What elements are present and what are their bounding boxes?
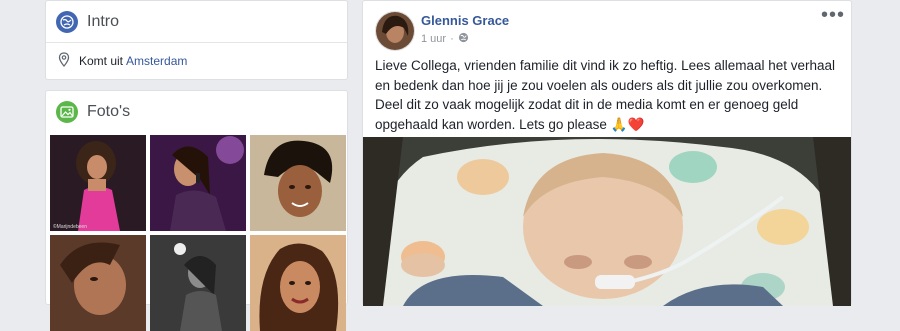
intro-title: Intro [87,13,120,30]
post-meta: 1 uur · [421,32,469,46]
photo-thumbnail[interactable] [250,235,346,331]
photo-thumbnail[interactable] [150,235,246,331]
post-text-line: opgehaald kan worden. Lets go please 🙏❤️ [375,116,645,132]
photos-card: Foto's ©Marijndebeen [45,90,348,331]
photo-thumbnail[interactable] [150,135,246,231]
post-image[interactable] [363,137,851,306]
emoji: 🙏❤️ [610,116,645,132]
post-text-line: Lieve Collega, vrienden familie dit vind… [375,58,836,73]
post-text-line: Deel dit zo vaak mogelijk zodat dit in d… [375,97,799,112]
photo-thumbnail[interactable] [250,135,346,231]
photo-thumbnail[interactable] [50,235,146,331]
meta-separator: · [450,33,454,45]
more-options-button[interactable]: ••• [821,5,845,25]
post-author[interactable]: Glennis Grace [421,13,509,28]
location-link[interactable]: Amsterdam [126,54,187,68]
globe-icon [56,11,78,33]
post-text-line: en bedenk dan hoe jij je zou voelen als … [375,77,823,93]
intro-card: Intro Komt uit Amsterdam [45,0,348,80]
location-pin-icon [58,52,70,70]
intro-header: Intro [56,9,119,35]
photo-thumbnail[interactable]: ©Marijndebeen [50,135,146,231]
author-avatar[interactable] [375,11,415,51]
photos-header: Foto's [56,101,130,123]
location-row: Komt uit Amsterdam [58,52,187,70]
post-time[interactable]: 1 uur [421,33,446,45]
post-text: Lieve Collega, vrienden familie dit vind… [375,56,845,134]
audience-globe-icon[interactable] [458,32,469,46]
photo-watermark: ©Marijndebeen [53,223,87,230]
divider [46,42,347,43]
photo-icon [56,101,78,123]
post-card: Glennis Grace 1 uur · ••• Lieve Collega,… [362,0,852,306]
photos-title: Foto's [87,103,131,120]
location-prefix: Komt uit [79,54,124,68]
